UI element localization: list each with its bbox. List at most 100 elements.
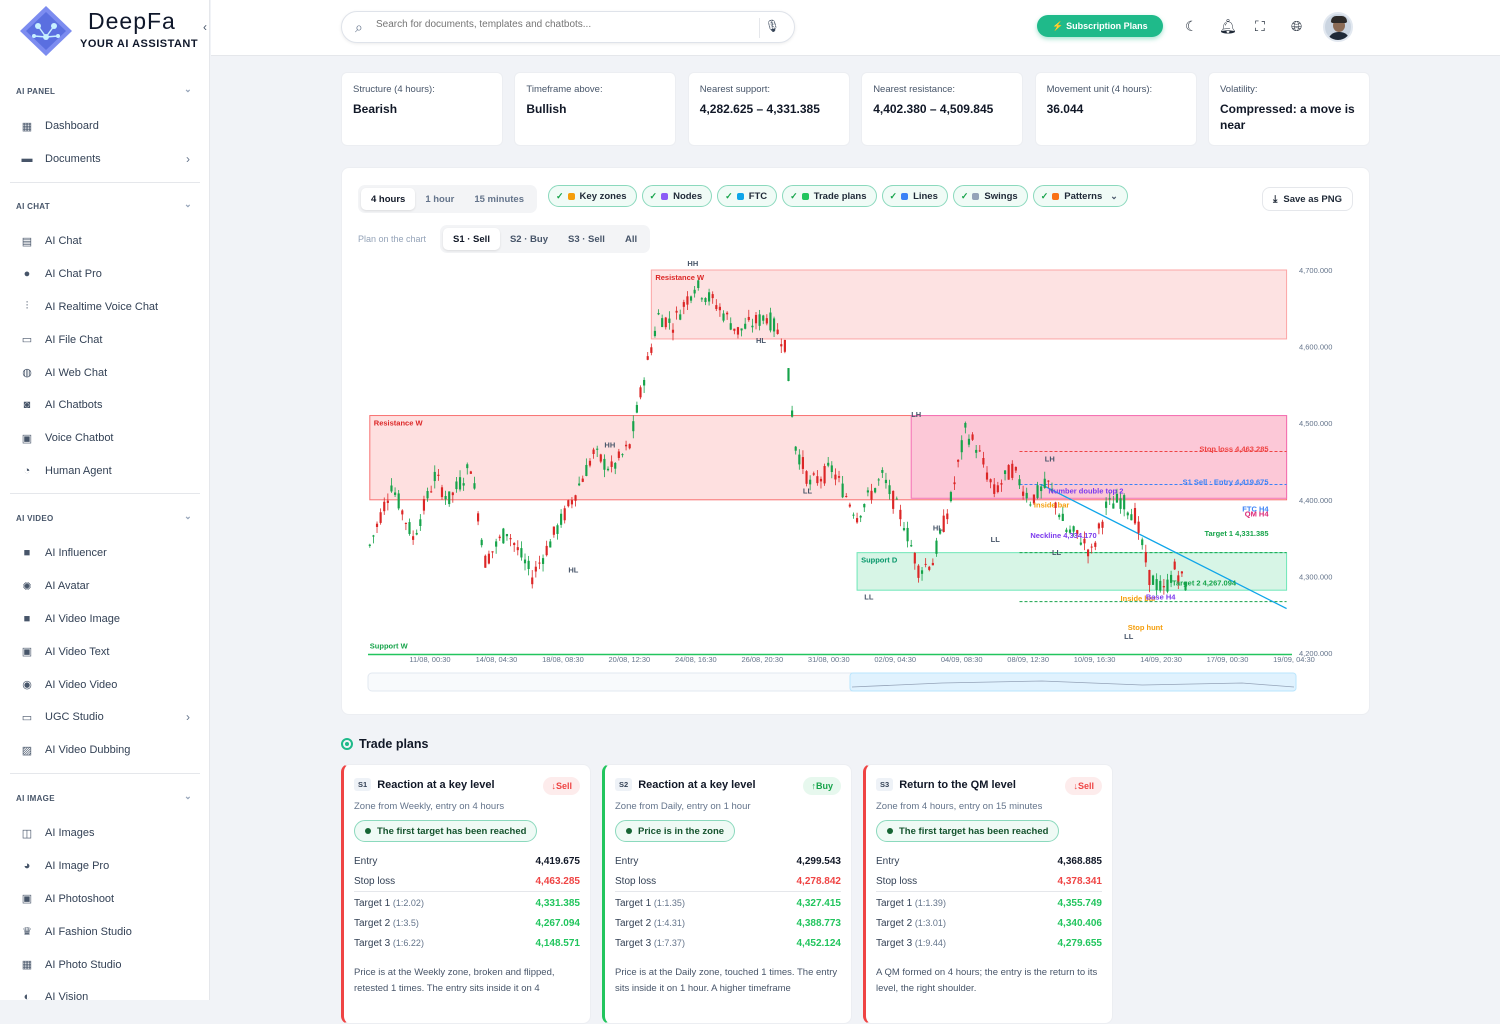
chevron-down-icon[interactable]: ⌄ — [184, 791, 192, 802]
sidebar-item[interactable]: ▣ Voice Chatbot — [0, 422, 209, 455]
target-ratio: (1:6.22) — [392, 937, 424, 948]
candle-body — [1155, 579, 1158, 591]
layer-toggle[interactable]: ✓ Key zones — [548, 185, 637, 207]
layer-toggle[interactable]: ✓ Lines — [881, 185, 948, 207]
sidebar-item[interactable]: ▬ Documents › — [0, 143, 209, 176]
trade-plan-card[interactable]: S3 Return to the QM level ↓ Sell Zone from … — [863, 764, 1113, 1024]
candle-body — [715, 305, 718, 310]
entry-label: Entry — [876, 855, 900, 867]
layer-color-swatch — [567, 192, 575, 200]
sidebar-item[interactable]: ● AI Chat Pro — [0, 258, 209, 291]
sidebar-item[interactable]: ▦ Dashboard — [0, 110, 209, 143]
candle-body — [794, 446, 797, 451]
plan-levels: Entry 4,299.543 Stop loss 4,278.842 Target 1… — [615, 851, 841, 953]
candle-body — [404, 522, 407, 524]
target-ratio: (1:9.44) — [914, 937, 946, 948]
chart-annotation: LH — [1045, 455, 1055, 464]
sidebar-section-header[interactable]: AI VIDEO ⌄ — [0, 507, 209, 529]
sidebar-item[interactable]: ▣ AI Video Text — [0, 635, 209, 668]
sidebar-item[interactable]: ◕ AI Image Pro — [0, 850, 209, 883]
sidebar-item[interactable]: ▭ UGC Studio › — [0, 701, 209, 734]
timeframe-tab[interactable]: 4 hours — [361, 188, 416, 210]
sidebar-item[interactable]: ▦ AI Photo Studio — [0, 948, 209, 981]
layer-toggle[interactable]: ✓ Patterns ⌄ — [1032, 185, 1128, 207]
search-box[interactable]: ⌕ 🎙 — [341, 11, 795, 43]
chevron-down-icon[interactable]: ⌄ — [184, 84, 192, 95]
layer-toggle[interactable]: ✓ Swings — [952, 185, 1028, 207]
candle-body — [415, 532, 418, 535]
search-divider — [759, 18, 760, 38]
candle-body — [646, 356, 649, 360]
check-icon: ✓ — [960, 190, 969, 201]
layer-toggle[interactable]: ✓ Nodes — [641, 185, 713, 207]
sidebar-item[interactable]: ✺ AI Avatar — [0, 570, 209, 603]
brand-logo[interactable]: DeepFa YOUR AI ASSISTANT — [16, 4, 206, 60]
candle-body — [1151, 575, 1155, 585]
sidebar-item[interactable]: ◔ Human Agent — [0, 455, 209, 488]
sidebar-item[interactable]: ⫶ AI Realtime Voice Chat — [0, 291, 209, 324]
sidebar-item[interactable]: ◍ AI Web Chat — [0, 356, 209, 389]
sidebar-item[interactable]: ♛ AI Fashion Studio — [0, 915, 209, 948]
fullscreen-icon[interactable]: ⛶ — [1255, 18, 1265, 35]
search-input[interactable] — [376, 19, 756, 30]
plan-tab[interactable]: S1 · Sell — [443, 228, 500, 250]
sidebar-section-header[interactable]: AI CHAT ⌄ — [0, 195, 209, 217]
plan-description: Price is at the Daily zone, touched 1 ti… — [615, 967, 838, 994]
candle-body — [386, 500, 389, 503]
sidebar-item[interactable]: ◫ AI Images — [0, 817, 209, 850]
sidebar-item[interactable]: ■ AI Influencer — [0, 537, 209, 570]
subscription-plans-button[interactable]: ⚡ Subscription Plans — [1037, 15, 1163, 37]
notification-bell-icon[interactable]: 🔔︎ — [1219, 18, 1237, 35]
layer-toggle[interactable]: ✓ FTC — [717, 185, 778, 207]
plan-tab[interactable]: All — [615, 228, 647, 250]
plan-tab[interactable]: S2 · Buy — [500, 228, 558, 250]
candle-body — [527, 560, 530, 570]
sidebar-section-header[interactable]: AI IMAGE ⌄ — [0, 787, 209, 809]
zone-label: Support D — [861, 556, 898, 565]
sidebar-item[interactable]: ◙ AI Chatbots — [0, 389, 209, 422]
chart-annotation: LL — [1052, 548, 1062, 557]
trade-plan-card[interactable]: S1 Reaction at a key level ↓ Sell Zone from… — [341, 764, 591, 1024]
sidebar-section-header[interactable]: AI PANEL ⌄ — [0, 80, 209, 102]
sidebar-item-label: Voice Chatbot — [45, 432, 114, 445]
dark-mode-icon[interactable]: ☾ — [1185, 18, 1198, 35]
price-chart[interactable]: 4,700.000 4,600.000 4,500.000 4,400.000 4,30… — [342, 258, 1369, 698]
target-row: Target 3 (1:7.37) 4,452.124 — [615, 933, 841, 953]
layer-toggles: ✓ Key zones ✓ Nodes ✓ FTC ✓ Trade plans ✓ Lines ✓ S… — [548, 185, 1128, 207]
timeframe-tab[interactable]: 1 hour — [415, 188, 464, 210]
candle-body — [545, 545, 548, 556]
brand-tagline: YOUR AI ASSISTANT — [80, 38, 199, 50]
sidebar-item[interactable]: ◐ AI Vision — [0, 981, 209, 1000]
candle-body — [816, 476, 819, 484]
sidebar-item[interactable]: ▤ AI Chat — [0, 225, 209, 258]
language-globe-icon[interactable]: 🌐︎ — [1291, 18, 1302, 35]
timeframe-tab[interactable]: 15 minutes — [464, 188, 534, 210]
sidebar-item[interactable]: ▣ AI Photoshoot — [0, 883, 209, 916]
chevron-down-icon[interactable]: ⌄ — [1110, 191, 1118, 202]
collapse-sidebar-icon[interactable]: ‹ — [203, 20, 207, 34]
user-avatar[interactable] — [1323, 12, 1353, 42]
save-as-png-button[interactable]: ⤓ Save as PNG — [1261, 187, 1353, 211]
trade-plan-card[interactable]: S2 Reaction at a key level ↑ Buy Zone from … — [602, 764, 852, 1024]
layer-color-swatch — [736, 192, 744, 200]
candle-body — [628, 444, 631, 449]
globe-icon: ◍ — [22, 367, 32, 380]
target-value: 4,388.773 — [796, 917, 842, 929]
chevron-down-icon[interactable]: ⌄ — [184, 511, 192, 522]
microphone-icon[interactable]: 🎙 — [765, 19, 780, 33]
candle-body — [928, 566, 931, 570]
sidebar-item-label: AI Fashion Studio — [45, 925, 132, 938]
sidebar-item-label: AI Photoshoot — [45, 892, 115, 905]
sidebar-item[interactable]: ◉ AI Video Video — [0, 668, 209, 701]
candle-body — [440, 487, 444, 498]
plan-description: Price is at the Weekly zone, broken and … — [354, 967, 555, 994]
candle-body — [599, 454, 602, 462]
sidebar-item[interactable]: ■ AI Video Image — [0, 603, 209, 636]
chevron-down-icon[interactable]: ⌄ — [184, 199, 192, 210]
sidebar-item[interactable]: ▭ AI File Chat — [0, 323, 209, 356]
candle-body — [812, 473, 815, 475]
stop-loss-label: Stop loss — [876, 875, 918, 887]
layer-toggle[interactable]: ✓ Trade plans — [782, 185, 877, 207]
plan-tab[interactable]: S3 · Sell — [558, 228, 615, 250]
sidebar-item[interactable]: ▨ AI Video Dubbing — [0, 734, 209, 767]
